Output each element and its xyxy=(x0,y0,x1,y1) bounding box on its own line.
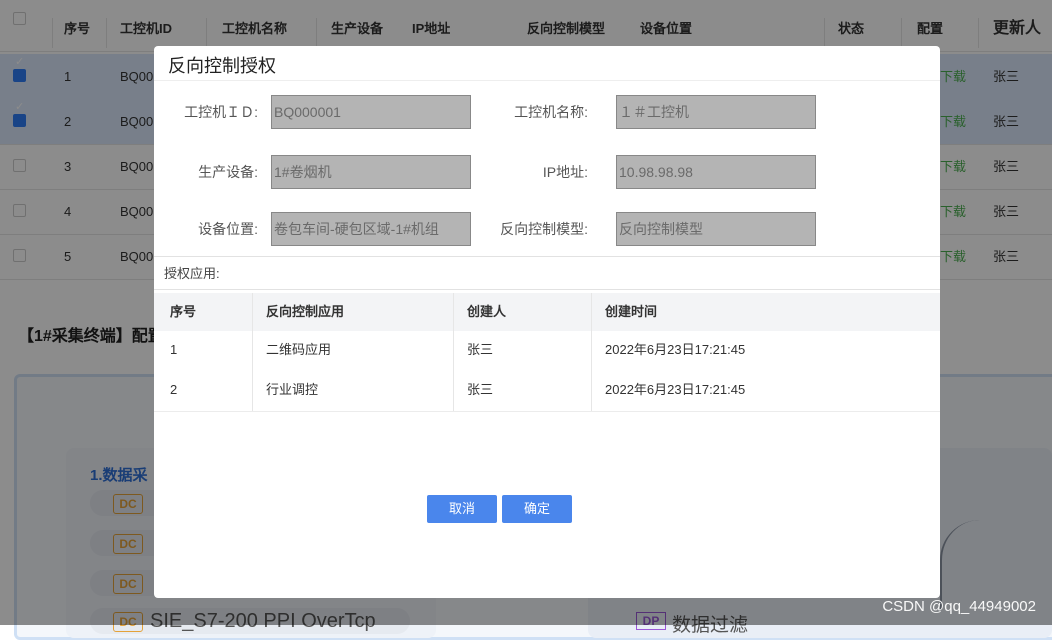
auth-app-bar: 授权应用: xyxy=(154,256,940,290)
watermark: CSDN @qq_44949002 xyxy=(882,598,1036,615)
ipc-id-label: 工控机ＩＤ: xyxy=(184,104,258,120)
col-header-creator: 创建人 xyxy=(467,304,507,319)
ip-label: IP地址: xyxy=(542,164,588,180)
table-row[interactable]: 2 行业调控 张三 2022年6月23日17:21:45 xyxy=(154,371,940,412)
table-row[interactable]: 1 二维码应用 张三 2022年6月23日17:21:45 xyxy=(154,331,940,372)
model-label: 反向控制模型: xyxy=(500,221,588,237)
dialog-title-divider xyxy=(154,80,940,81)
location-field[interactable]: 卷包车间-硬包区域-1#机组 xyxy=(271,212,471,246)
reverse-control-auth-dialog: 反向控制授权 工控机ＩＤ: BQ000001 工控机名称: １＃工控机 生产设备… xyxy=(154,46,940,598)
auth-app-label: 授权应用: xyxy=(164,266,220,281)
cancel-button[interactable]: 取消 xyxy=(427,495,497,523)
ipc-name-label: 工控机名称: xyxy=(514,104,588,120)
col-header-app: 反向控制应用 xyxy=(266,304,345,319)
row-creator: 张三 xyxy=(467,382,494,397)
col-header-created-time: 创建时间 xyxy=(605,304,658,319)
device-field[interactable]: 1#卷烟机 xyxy=(271,155,471,189)
confirm-button[interactable]: 确定 xyxy=(502,495,572,523)
row-created-time: 2022年6月23日17:21:45 xyxy=(605,342,746,357)
auth-table-header: 序号 反向控制应用 创建人 创建时间 xyxy=(154,293,940,331)
row-app: 二维码应用 xyxy=(266,342,332,357)
row-created-time: 2022年6月23日17:21:45 xyxy=(605,382,746,397)
row-no: 1 xyxy=(170,342,178,357)
col-header-no: 序号 xyxy=(170,304,197,319)
dialog-title: 反向控制授权 xyxy=(168,56,276,76)
ip-field[interactable]: 10.98.98.98 xyxy=(616,155,816,189)
ipc-id-field[interactable]: BQ000001 xyxy=(271,95,471,129)
row-creator: 张三 xyxy=(467,342,494,357)
model-field[interactable]: 反向控制模型 xyxy=(616,212,816,246)
ipc-name-field[interactable]: １＃工控机 xyxy=(616,95,816,129)
location-label: 设备位置: xyxy=(198,221,258,237)
row-no: 2 xyxy=(170,382,178,397)
device-label: 生产设备: xyxy=(198,164,258,180)
row-app: 行业调控 xyxy=(266,382,319,397)
